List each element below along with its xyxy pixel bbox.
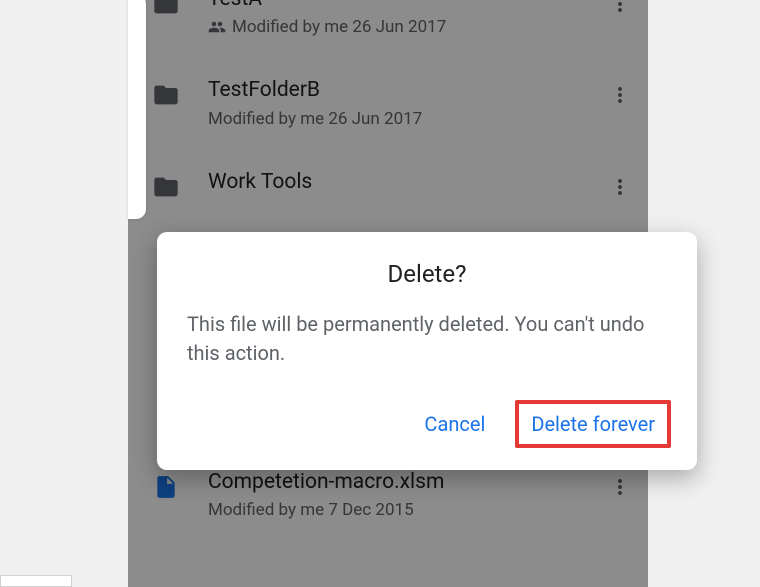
cancel-button[interactable]: Cancel [414, 404, 495, 444]
annotation-highlight: Delete forever [515, 400, 671, 448]
decorative-stub [0, 575, 72, 587]
delete-forever-button[interactable]: Delete forever [529, 408, 657, 440]
scroll-handle[interactable] [128, 0, 146, 219]
dialog-title: Delete? [157, 232, 697, 310]
dialog-body: This file will be permanently deleted. Y… [157, 310, 697, 392]
dialog-actions: Cancel Delete forever [157, 392, 697, 470]
delete-dialog: Delete? This file will be permanently de… [157, 232, 697, 470]
